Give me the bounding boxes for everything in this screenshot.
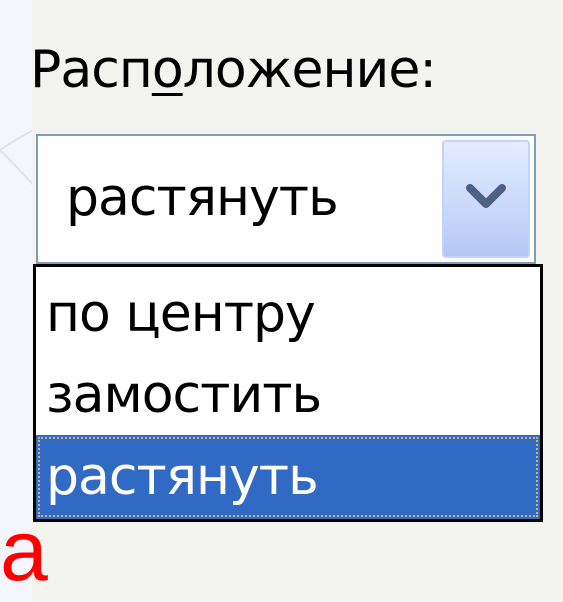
combobox-value: растянуть (66, 168, 339, 228)
chevron-down-icon (466, 184, 506, 208)
option-tile[interactable]: замостить (36, 353, 540, 437)
option-center[interactable]: по центру (36, 272, 540, 356)
background-slide-text: а (0, 503, 48, 599)
placement-dropdown-list: по центру замостить растянуть (33, 264, 543, 522)
placement-combobox[interactable]: растянуть (36, 134, 536, 264)
placement-label: Расположение: (30, 40, 437, 100)
label-accelerator: о (151, 40, 184, 100)
dropdown-button[interactable] (442, 140, 530, 258)
option-stretch[interactable]: растянуть (36, 435, 540, 519)
